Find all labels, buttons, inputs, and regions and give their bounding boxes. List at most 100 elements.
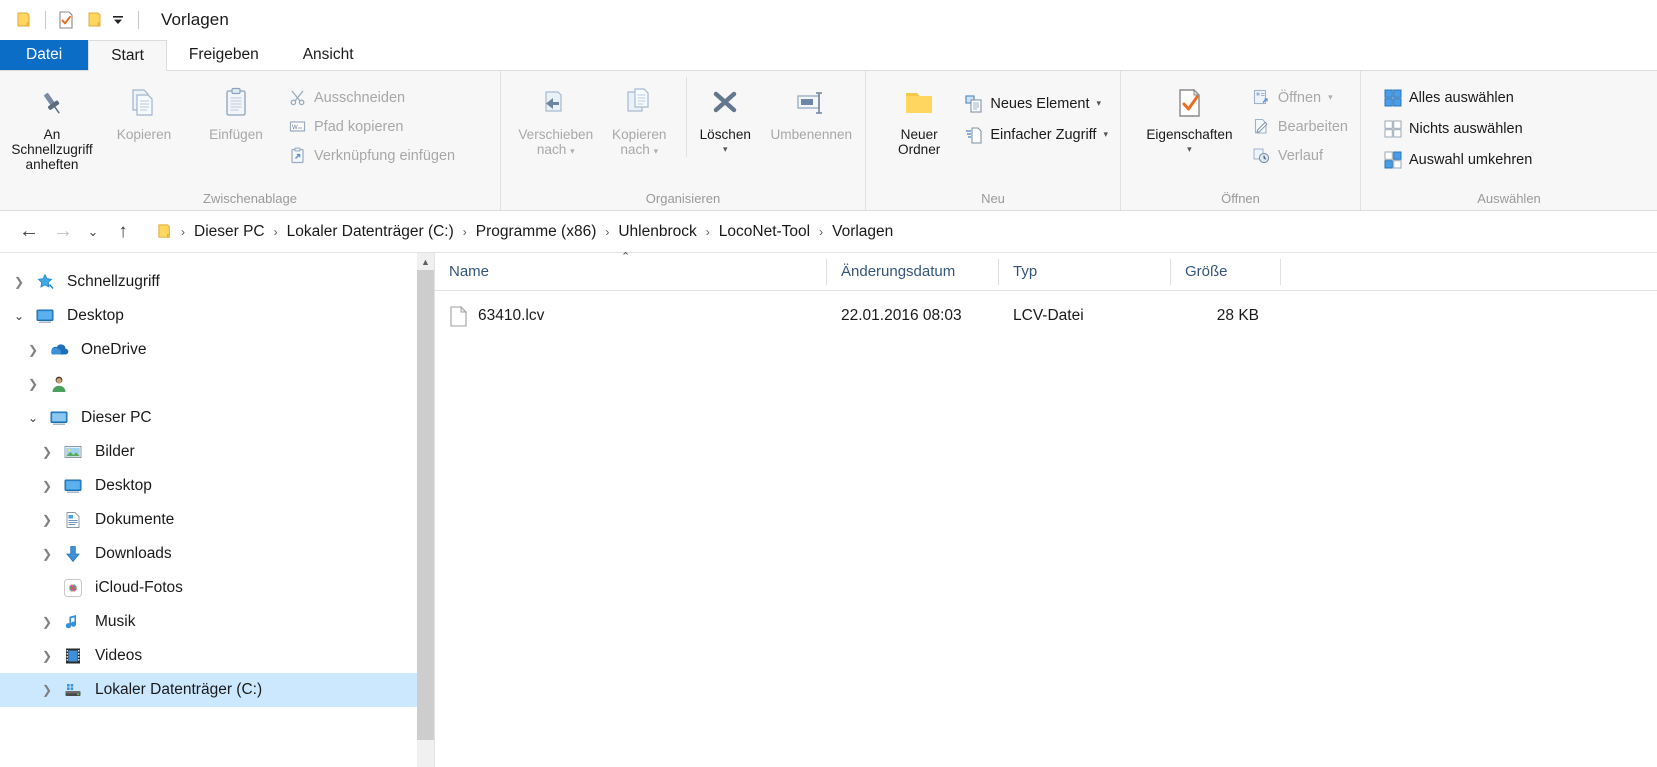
properties-button[interactable]: Eigenschaften ▾ [1133,77,1246,157]
back-button[interactable]: ← [12,217,46,247]
new-item-button[interactable]: Neues Element ▾ [958,91,1114,116]
table-row[interactable]: 63410.lcv 22.01.2016 08:03 LCV-Datei 28 … [435,299,1657,333]
chevron-down-icon[interactable] [107,9,129,31]
column-header-size[interactable]: Größe [1171,258,1281,285]
easy-access-button[interactable]: Einfacher Zugriff ▾ [958,122,1114,147]
tab-freigeben[interactable]: Freigeben [167,40,281,70]
tree-item-bilder[interactable]: ❯ Bilder [0,435,434,469]
tree-item-desktop-child[interactable]: ❯ Desktop [0,469,434,503]
recent-locations-button[interactable]: ⌄ [80,217,106,247]
breadcrumb[interactable]: › Dieser PC › Lokaler Datenträger (C:) ›… [148,217,1647,247]
tab-start[interactable]: Start [88,40,167,71]
paste-button[interactable]: Einfügen [190,77,282,142]
column-header-type[interactable]: Typ [999,258,1171,285]
properties-label: Eigenschaften [1146,127,1233,142]
tree-item-schnellzugriff[interactable]: ❯ Schnellzugriff [0,265,434,299]
chevron-right-icon[interactable]: ❯ [20,344,46,356]
properties-icon [1171,83,1207,123]
folder-icon[interactable] [14,9,36,31]
chevron-right-icon[interactable]: ❯ [34,480,60,492]
rename-button[interactable]: Umbenennen [764,77,859,142]
copy-to-button[interactable]: Kopieren nach ▾ [599,77,681,159]
invert-selection-button[interactable]: Auswahl umkehren [1377,147,1538,172]
breadcrumb-item-uhlenbrock[interactable]: Uhlenbrock [613,223,701,241]
tab-datei[interactable]: Datei [0,40,89,70]
new-folder-icon[interactable] [85,9,107,31]
tree-item-dokumente[interactable]: ❯ Dokumente [0,503,434,537]
history-button[interactable]: Verlauf [1246,143,1354,168]
chevron-right-icon[interactable]: ❯ [20,378,46,390]
ribbon: An Schnellzugriff anheften Kopieren Einf… [0,71,1657,211]
history-label: Verlauf [1277,147,1324,164]
new-item-label: Neues Element [990,95,1090,112]
chevron-down-icon[interactable]: ▾ [1103,129,1108,140]
tree-item-videos[interactable]: ❯ Videos [0,639,434,673]
open-button[interactable]: Öffnen ▾ [1246,85,1354,110]
svg-text:W: W [292,125,298,131]
pin-to-quick-access-button[interactable]: An Schnellzugriff anheften [6,77,98,172]
chevron-down-icon[interactable]: ▾ [1187,142,1192,157]
breadcrumb-item-loconet-tool[interactable]: LocoNet-Tool [714,223,815,241]
tree-item-downloads[interactable]: ❯ Downloads [0,537,434,571]
music-icon [60,612,86,632]
rename-icon [793,83,829,123]
breadcrumb-separator[interactable]: › [270,225,282,239]
breadcrumb-separator[interactable]: › [702,225,714,239]
chevron-right-icon[interactable]: ❯ [34,514,60,526]
paste-shortcut-button[interactable]: Verknüpfung einfügen [282,143,461,168]
chevron-down-icon[interactable]: ▾ [723,142,728,157]
chevron-right-icon[interactable]: ❯ [6,276,32,288]
forward-button[interactable]: → [46,217,80,247]
breadcrumb-item-dieser-pc[interactable]: Dieser PC [189,223,270,241]
breadcrumb-item-programme[interactable]: Programme (x86) [471,223,602,241]
scroll-up-icon[interactable]: ▲ [417,253,434,270]
tree-item-dieser-pc[interactable]: ⌄ Dieser PC [0,401,434,435]
column-header-modified[interactable]: Änderungsdatum [827,258,999,285]
breadcrumb-item-lokaler-datentraeger[interactable]: Lokaler Datenträger (C:) [282,223,459,241]
select-all-button[interactable]: Alles auswählen [1377,85,1538,110]
tree-item-musik[interactable]: ❯ Musik [0,605,434,639]
delete-button[interactable]: Löschen ▾ [686,77,764,157]
tree-item-onedrive[interactable]: ❯ OneDrive [0,333,434,367]
chevron-right-icon[interactable]: ❯ [34,684,60,696]
paste-shortcut-label: Verknüpfung einfügen [314,147,456,164]
chevron-down-icon[interactable]: ▾ [1096,98,1101,109]
chevron-right-icon[interactable]: ❯ [34,446,60,458]
tree-item-icloud-fotos[interactable]: ❯ iCloud-Fotos [0,571,434,605]
scrollbar-thumb[interactable] [417,270,434,740]
breadcrumb-separator[interactable]: › [601,225,613,239]
chevron-right-icon[interactable]: ❯ [34,616,60,628]
breadcrumb-item-vorlagen[interactable]: Vorlagen [827,223,898,241]
tree-item-desktop[interactable]: ⌄ Desktop [0,299,434,333]
generic-file-icon [449,305,468,327]
paste-shortcut-icon [288,146,307,165]
column-header-name[interactable]: Name ⌃ [435,251,827,285]
edit-button[interactable]: Bearbeiten [1246,114,1354,139]
select-none-button[interactable]: Nichts auswählen [1377,116,1538,141]
copy-button[interactable]: Kopieren [98,77,190,142]
up-button[interactable]: ↑ [106,217,140,247]
chevron-down-icon[interactable]: ⌄ [6,310,32,322]
chevron-right-icon[interactable]: ❯ [34,650,60,662]
chevron-down-icon[interactable]: ▾ [570,146,575,156]
chevron-down-icon[interactable]: ▾ [1328,92,1333,103]
breadcrumb-separator[interactable]: › [177,225,189,239]
file-type-label: LCV-Datei [1013,307,1084,324]
tree-item-lokaler-datentraeger[interactable]: ❯ Lokaler Datenträger (C:) [0,673,434,707]
history-icon [1252,146,1271,165]
new-small-commands: Neues Element ▾ Einfacher Zugriff ▾ [958,77,1114,147]
new-folder-button[interactable]: Neuer Ordner [880,77,958,157]
breadcrumb-separator[interactable]: › [459,225,471,239]
tab-ansicht[interactable]: Ansicht [281,40,376,70]
chevron-down-icon[interactable]: ▾ [654,146,659,156]
breadcrumb-separator[interactable]: › [815,225,827,239]
chevron-right-icon[interactable]: ❯ [34,548,60,560]
cut-button[interactable]: Ausschneiden [282,85,461,110]
chevron-down-icon[interactable]: ⌄ [20,412,46,424]
navpane-scrollbar[interactable]: ▲ [417,253,434,767]
move-to-button[interactable]: Verschieben nach ▾ [513,77,599,159]
properties-icon[interactable] [55,9,77,31]
copy-path-button[interactable]: W Pfad kopieren [282,114,461,139]
tree-item-user-account[interactable]: ❯ [0,367,434,401]
group-label-select: Auswählen [1477,191,1541,206]
